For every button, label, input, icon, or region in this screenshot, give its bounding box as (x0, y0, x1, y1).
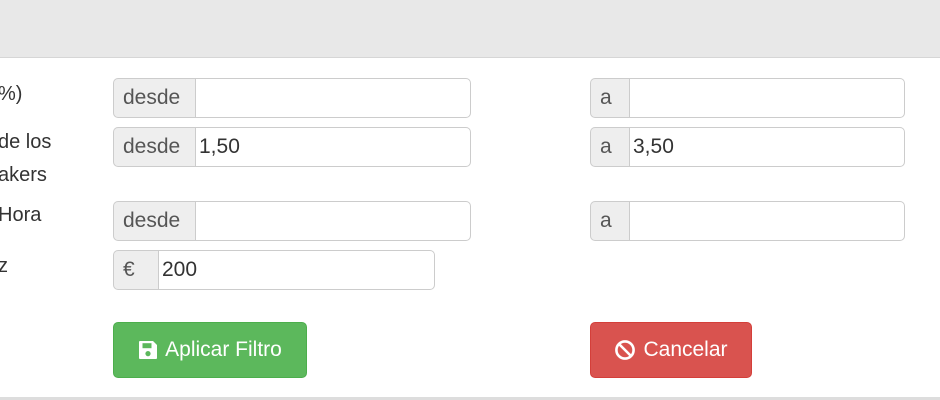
header-bar (0, 0, 940, 58)
percent-from-input[interactable] (195, 78, 471, 118)
to-prefix: a (590, 127, 629, 167)
row-label-percent: %) (0, 83, 23, 105)
apply-filter-label: Aplicar Filtro (165, 338, 282, 361)
from-prefix: desde (113, 201, 195, 241)
row-label-hora: Hora (0, 204, 42, 226)
hora-from-input[interactable] (195, 201, 471, 241)
cancel-label: Cancelar (643, 338, 728, 361)
odds-to-input[interactable] (629, 127, 905, 167)
from-prefix: desde (113, 78, 195, 118)
from-prefix: desde (113, 127, 195, 167)
row-label-odds-line1: de los (0, 131, 52, 153)
ban-icon (614, 339, 636, 361)
hora-to-input[interactable] (629, 201, 905, 241)
stake-amount-input[interactable] (158, 250, 435, 290)
euro-prefix: € (113, 250, 158, 290)
cancel-button[interactable]: Cancelar (590, 322, 752, 378)
row-label-odds-line2: akers (0, 164, 47, 186)
save-icon (138, 340, 158, 360)
row-label-stake: z (0, 255, 8, 277)
percent-to-input[interactable] (629, 78, 905, 118)
odds-from-input[interactable] (195, 127, 471, 167)
to-prefix: a (590, 201, 629, 241)
apply-filter-button[interactable]: Aplicar Filtro (113, 322, 307, 378)
to-prefix: a (590, 78, 629, 118)
